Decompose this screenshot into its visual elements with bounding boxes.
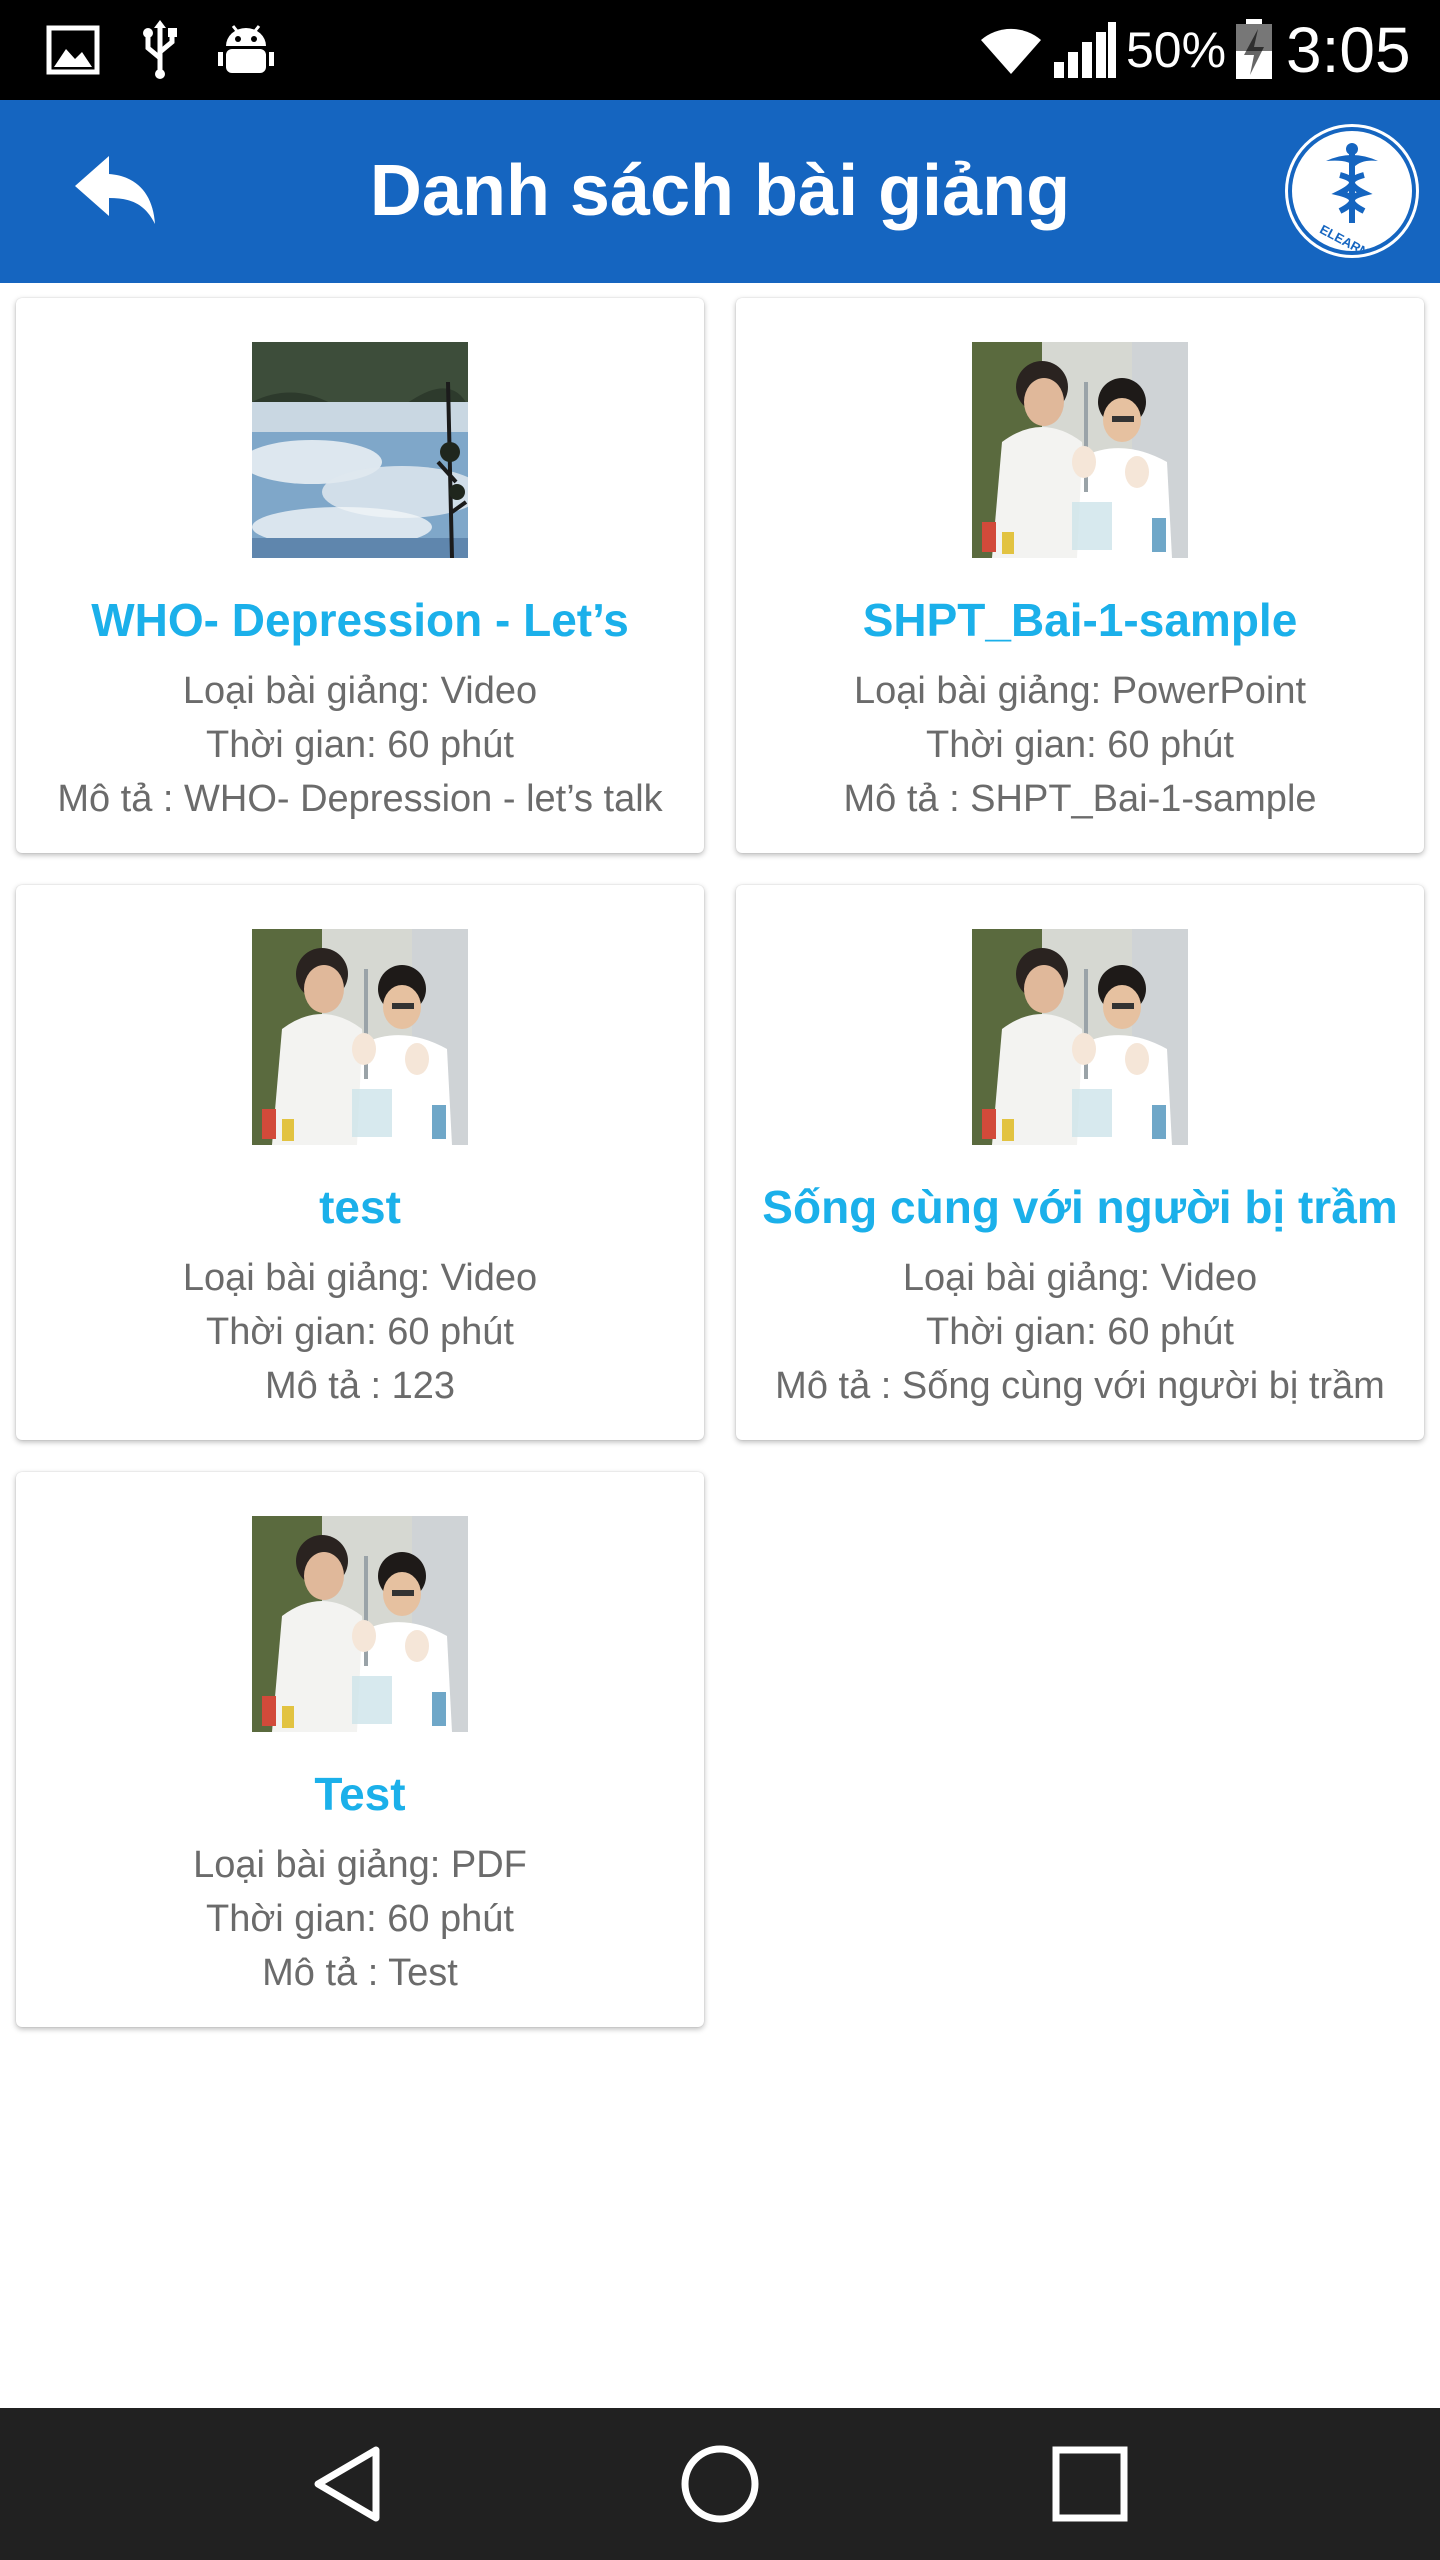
home-circle-icon [681,2445,759,2523]
lecture-card[interactable]: SHPT_Bai-1-sample Loại bài giảng: PowerPo… [736,298,1424,853]
battery-charging-icon [1234,19,1274,80]
lecture-title: test [319,1181,401,1233]
lecture-thumbnail [252,929,468,1145]
lecture-duration: Thời gian: 60 phút [925,724,1234,766]
lecture-description: Mô tả : 123 [264,1365,456,1407]
lecture-card[interactable]: test Loại bài giảng: Video Thời gian: 60 p… [16,885,704,1440]
android-debug-icon [218,20,274,80]
usb-icon [140,20,180,80]
elearning-logo: ELEARNING [1288,127,1416,255]
nav-home-button[interactable] [670,2434,770,2534]
clock: 3:05 [1286,14,1411,86]
lecture-type: Loại bài giảng: Video [902,1257,1258,1299]
lecture-card[interactable]: Sống cùng với người bị trầm Loại bài giản… [736,885,1424,1440]
lecture-description: Mô tả : Sống cùng với người bị trầm [775,1365,1385,1407]
back-triangle-icon [314,2446,380,2522]
lecture-duration: Thời gian: 60 phút [205,724,514,766]
reply-arrow-icon [73,152,157,233]
lecture-description: Mô tả : WHO- Depression - let’s talk [57,778,663,820]
app-bar: Danh sách bài giảng ELEARNING [0,100,1440,283]
nav-recents-button[interactable] [1040,2434,1140,2534]
lecture-duration: Thời gian: 60 phút [925,1311,1234,1353]
lecture-title: Test [314,1768,406,1820]
lecture-type: Loại bài giảng: PDF [193,1844,527,1886]
page-title: Danh sách bài giảng [369,151,1071,231]
lecture-card[interactable]: Test Loại bài giảng: PDF Thời gian: 60 phú… [16,1472,704,2027]
recents-square-icon [1052,2446,1128,2522]
status-bar: 50% 3:05 [0,0,1440,100]
wifi-icon [978,20,1044,80]
lecture-description: Mô tả : SHPT_Bai-1-sample [843,778,1317,820]
lecture-duration: Thời gian: 60 phút [205,1311,514,1353]
back-button[interactable] [60,145,170,240]
lecture-thumbnail [252,1516,468,1732]
lecture-thumbnail [252,342,468,558]
lecture-description: Mô tả : Test [262,1952,458,1994]
lecture-thumbnail [972,342,1188,558]
lecture-thumbnail [972,929,1188,1145]
lecture-title: SHPT_Bai-1-sample [862,594,1298,646]
lecture-card[interactable]: WHO- Depression - Let’s Loại bài giảng: V… [16,298,704,853]
lecture-duration: Thời gian: 60 phút [205,1898,514,1940]
lecture-type: Loại bài giảng: Video [182,1257,538,1299]
lecture-title: Sống cùng với người bị trầm [762,1181,1398,1233]
caduceus-logo-icon: ELEARNING [1294,133,1410,251]
nav-back-button[interactable] [300,2434,400,2534]
gallery-icon [46,20,100,80]
navigation-bar [0,2408,1440,2560]
lecture-title: WHO- Depression - Let’s [91,594,629,646]
lecture-type: Loại bài giảng: PowerPoint [853,670,1307,712]
battery-percent: 50% [1126,22,1227,78]
lecture-type: Loại bài giảng: Video [182,670,538,712]
signal-icon [1054,20,1116,80]
